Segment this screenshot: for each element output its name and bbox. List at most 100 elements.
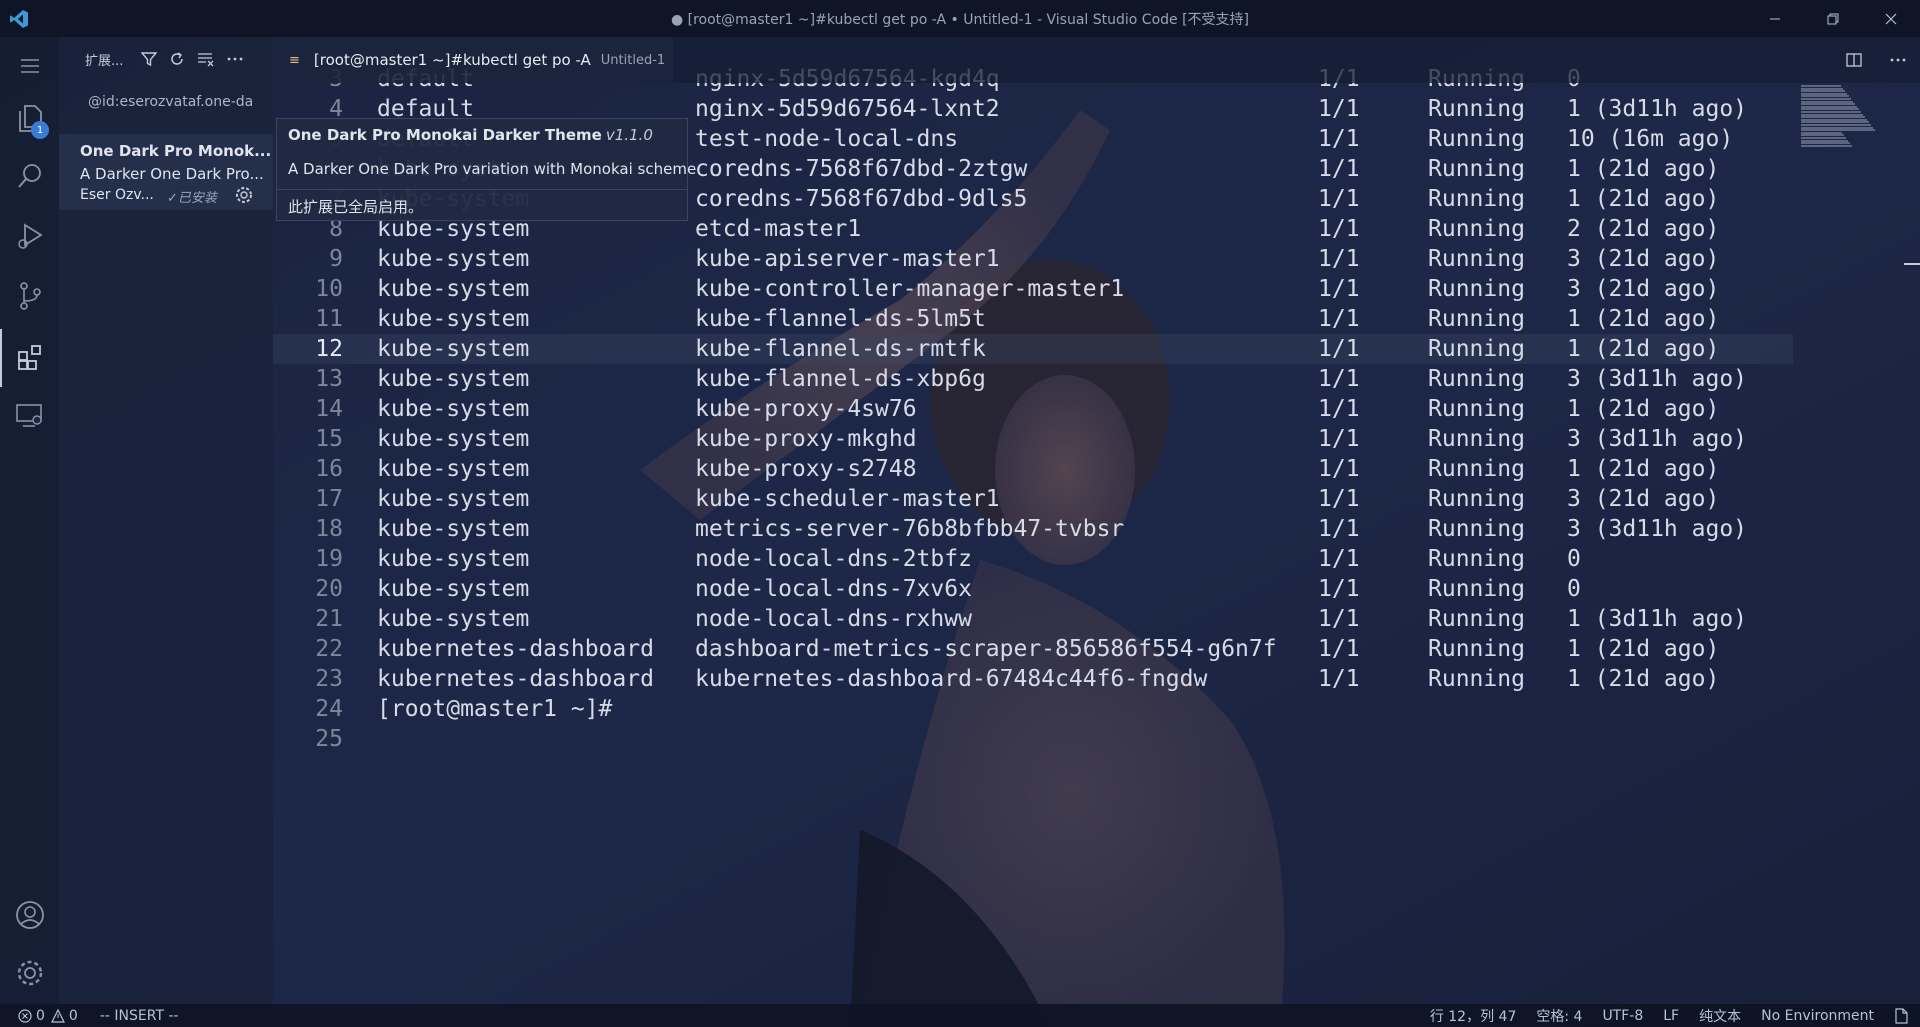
pod-restarts: 0	[1567, 576, 1581, 602]
extensions-sidebar: 扩展... @id:eserozvataf.one-da One Dark Pr…	[59, 37, 273, 1004]
editor-line[interactable]: 19 kube-system node-local-dns-2tbfz 1/1 Runn…	[273, 544, 1793, 574]
editor-line[interactable]: 20 kube-system node-local-dns-7xv6x 1/1 Runn…	[273, 574, 1793, 604]
vscode-logo-icon[interactable]	[0, 0, 37, 37]
pod-restarts: 3 (3d11h ago)	[1567, 366, 1748, 392]
editor-line[interactable]: 25	[273, 724, 1793, 754]
line-number: 23	[315, 666, 343, 692]
search-icon[interactable]	[0, 147, 59, 205]
pod-ns: kube-system	[377, 546, 530, 572]
explorer-icon[interactable]: 1	[0, 89, 59, 147]
editor-line[interactable]: 9 kube-system kube-apiserver-master1 1/1 Run…	[273, 244, 1793, 274]
editor-line[interactable]: 24 [root@master1 ~]#	[273, 694, 1793, 724]
filter-icon[interactable]	[141, 51, 158, 67]
pod-restarts: 1 (21d ago)	[1567, 396, 1720, 422]
pod-name: kube-proxy-mkghd	[695, 426, 917, 452]
pod-ready: 1/1	[1318, 96, 1360, 122]
warning-icon	[50, 1008, 65, 1023]
close-window-button[interactable]	[1862, 0, 1920, 37]
editor-line[interactable]: 18 kube-system metrics-server-76b8bfbb47-t…	[273, 514, 1793, 544]
pod-status: Running	[1428, 126, 1525, 152]
tab-label: [root@master1 ~]#kubectl get po -A	[313, 51, 591, 69]
notifications-icon[interactable]	[1894, 1007, 1908, 1024]
pod-name: node-local-dns-2tbfz	[695, 546, 972, 572]
pod-name: dashboard-metrics-scraper-856586f554-g6n…	[695, 636, 1277, 662]
pod-ready: 1/1	[1318, 546, 1360, 572]
pod-name: kube-flannel-ds-rmtfk	[695, 336, 986, 362]
editor-line[interactable]: 10 kube-system kube-controller-manager-mas…	[273, 274, 1793, 304]
pod-status: Running	[1428, 456, 1525, 482]
pod-ns: kube-system	[377, 366, 530, 392]
problems-indicator[interactable]: 0 0	[18, 1008, 78, 1024]
restore-button[interactable]	[1804, 0, 1862, 37]
pod-ready: 1/1	[1318, 396, 1360, 422]
pod-restarts: 1 (21d ago)	[1567, 306, 1720, 332]
scrollbar-position-marker[interactable]	[1904, 263, 1920, 265]
tooltip-footer: 此扩展已全局启用。	[288, 198, 424, 216]
pod-restarts: 1 (3d11h ago)	[1567, 96, 1748, 122]
status-bar: 0 0 -- INSERT -- 行 12，列 47 空格: 4 UTF-8 L…	[0, 1004, 1920, 1027]
line-number: 16	[315, 456, 343, 482]
editor-line[interactable]: 21 kube-system node-local-dns-rxhww 1/1 Runn…	[273, 604, 1793, 634]
pod-ready: 1/1	[1318, 156, 1360, 182]
editor-line[interactable]: 12 kube-system kube-flannel-ds-rmtfk 1/1 Run…	[273, 334, 1793, 364]
minimap[interactable]	[1795, 83, 1885, 163]
pod-name: kube-flannel-ds-5lm5t	[695, 306, 986, 332]
pod-ready: 1/1	[1318, 216, 1360, 242]
pod-status: Running	[1428, 366, 1525, 392]
language-mode[interactable]: 纯文本	[1699, 1006, 1741, 1026]
end-of-line[interactable]: LF	[1663, 1008, 1679, 1024]
account-icon[interactable]	[0, 886, 59, 944]
line-number: 24	[315, 696, 343, 722]
extension-name: One Dark Pro Monok...	[80, 142, 272, 160]
pod-name: kube-flannel-ds-xbp6g	[695, 366, 986, 392]
editor-line[interactable]: 11 kube-system kube-flannel-ds-5lm5t 1/1 Run…	[273, 304, 1793, 334]
line-number: 17	[315, 486, 343, 512]
editor-tab-bar: ≡ [root@master1 ~]#kubectl get po -A Unt…	[273, 37, 1920, 83]
pod-name: metrics-server-76b8bfbb47-tvbsr	[695, 516, 1125, 542]
clear-list-icon[interactable]	[197, 51, 215, 67]
pod-status: Running	[1428, 156, 1525, 182]
split-editor-icon[interactable]	[1832, 37, 1876, 83]
environment[interactable]: No Environment	[1761, 1008, 1874, 1024]
settings-gear-icon[interactable]	[0, 944, 59, 1002]
remote-explorer-icon[interactable]	[0, 387, 59, 445]
cursor-position[interactable]: 行 12，列 47	[1430, 1006, 1517, 1026]
line-number: 18	[315, 516, 343, 542]
tab-untitled-1[interactable]: ≡ [root@master1 ~]#kubectl get po -A Unt…	[273, 37, 673, 83]
pod-ready: 1/1	[1318, 486, 1360, 512]
source-control-icon[interactable]	[0, 267, 59, 325]
extension-list-item[interactable]: One Dark Pro Monok... A Darker One Dark …	[59, 134, 273, 210]
editor-line[interactable]: 16 kube-system kube-proxy-s2748 1/1 Running 1…	[273, 454, 1793, 484]
encoding[interactable]: UTF-8	[1602, 1008, 1643, 1024]
editor-line[interactable]: 14 kube-system kube-proxy-4sw76 1/1 Running 1…	[273, 394, 1793, 424]
extensions-icon[interactable]	[0, 329, 59, 387]
run-debug-icon[interactable]	[0, 207, 59, 265]
line-number: 21	[315, 606, 343, 632]
more-actions-icon[interactable]	[227, 57, 243, 61]
pod-restarts: 1 (3d11h ago)	[1567, 606, 1748, 632]
refresh-icon[interactable]	[169, 51, 185, 67]
extension-search-input[interactable]: @id:eserozvataf.one-da	[88, 94, 253, 110]
editor-line[interactable]: 22 kubernetes-dashboard dashboard-metrics-…	[273, 634, 1793, 664]
editor-text-area[interactable]: 3defaultnginx-5d59d67564-kgd4q1/1Running…	[273, 66, 1793, 1004]
pod-restarts: 2 (21d ago)	[1567, 216, 1720, 242]
extension-manage-gear-icon[interactable]	[235, 186, 253, 208]
minimize-button[interactable]	[1746, 0, 1804, 37]
shell-prompt: [root@master1 ~]#	[377, 696, 613, 722]
menu-icon[interactable]	[0, 37, 59, 95]
pod-ns: kube-system	[377, 336, 530, 362]
editor-line[interactable]: 23 kubernetes-dashboard kubernetes-dashboa…	[273, 664, 1793, 694]
pod-ready: 1/1	[1318, 336, 1360, 362]
pod-ns: kube-system	[377, 576, 530, 602]
line-number: 20	[315, 576, 343, 602]
pod-ready: 1/1	[1318, 636, 1360, 662]
vim-mode-indicator: -- INSERT --	[99, 1007, 179, 1024]
pod-ns: kube-system	[377, 276, 530, 302]
indentation[interactable]: 空格: 4	[1536, 1006, 1582, 1026]
editor-line[interactable]: 15 kube-system kube-proxy-mkghd 1/1 Running 3…	[273, 424, 1793, 454]
pod-ns: kube-system	[377, 426, 530, 452]
more-actions-icon[interactable]	[1876, 37, 1920, 83]
pod-name: etcd-master1	[695, 216, 862, 242]
editor-line[interactable]: 13 kube-system kube-flannel-ds-xbp6g 1/1 Run…	[273, 364, 1793, 394]
editor-line[interactable]: 17 kube-system kube-scheduler-master1 1/1 Ru…	[273, 484, 1793, 514]
